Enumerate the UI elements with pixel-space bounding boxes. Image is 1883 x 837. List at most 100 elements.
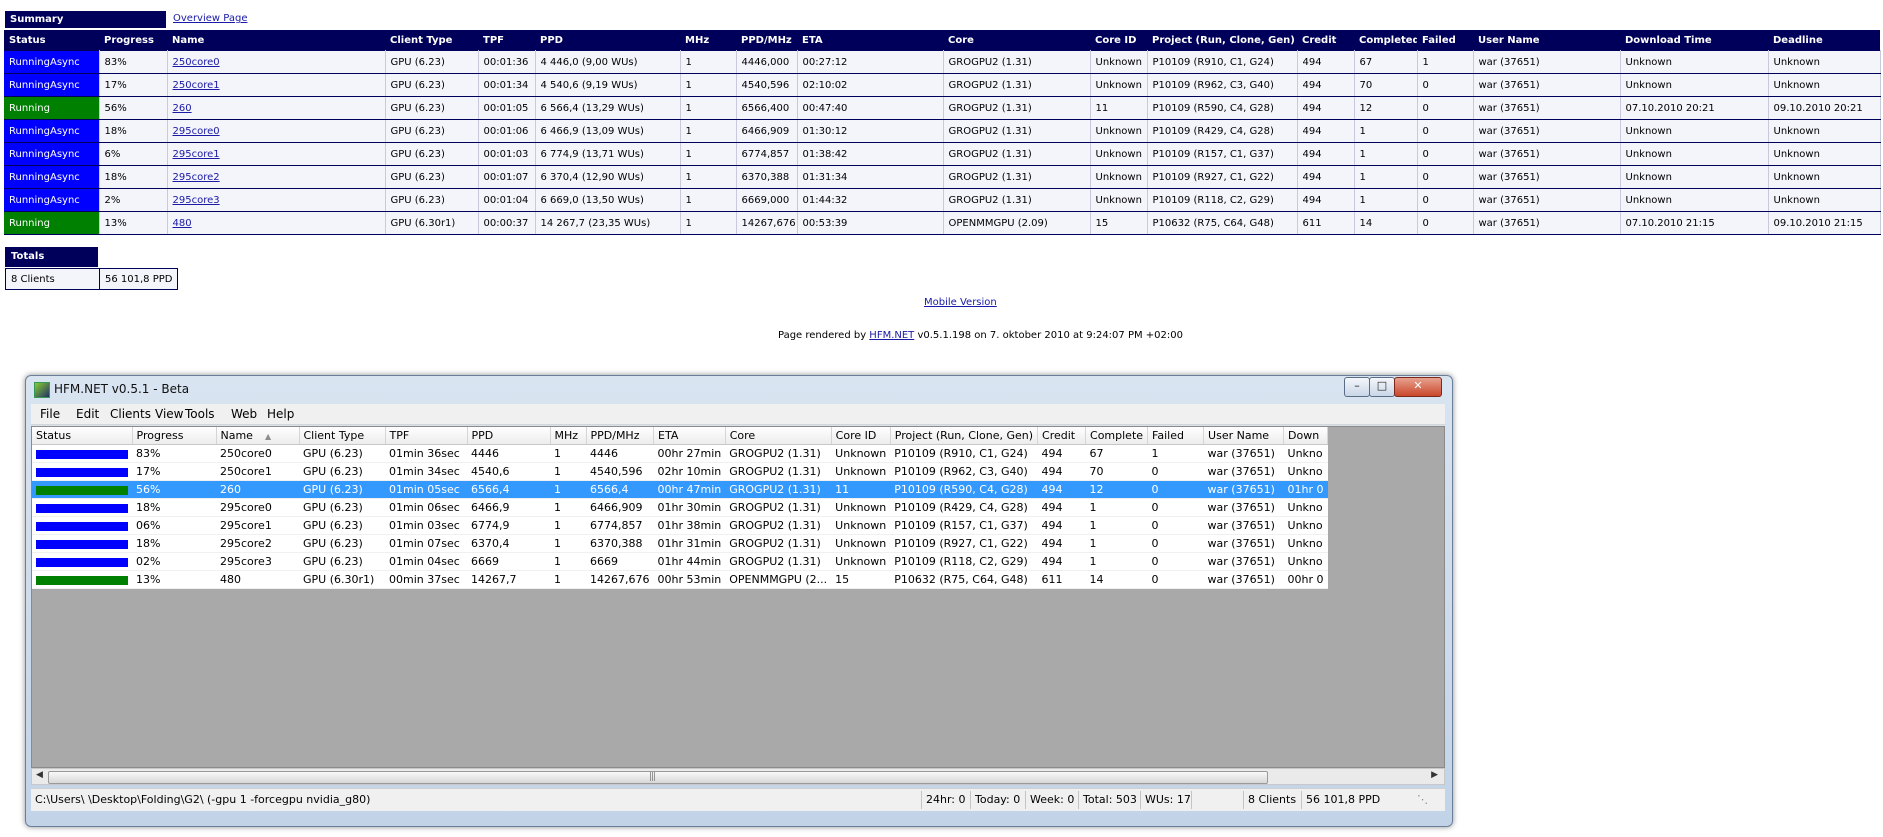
grid-col-failed[interactable]: Failed [1147,427,1205,445]
summary-header-row: Status Progress Name Client Type TPF PPD MHz PP… [4,30,1880,51]
grid-col-label: User Name [1208,429,1270,442]
summary-cell-core: GROGPU2 (1.31) [943,119,1091,143]
summary-row: RunningAsync 18% 295core0 GPU (6.23) 00:01:0… [4,119,1881,143]
grid-col-label: Project (Run, Clone, Gen) [894,429,1034,442]
grid-row[interactable]: 13% 480 GPU (6.30r1) 00min 37sec 14267,7 1 142… [32,570,1328,589]
client-link[interactable]: 260 [173,103,192,114]
summary-cell-client_type: GPU (6.23) [385,188,479,212]
summary-cell-name: 295core2 [167,165,386,189]
grid-col-name[interactable]: Name ▲ [216,427,300,445]
menu-tools[interactable]: Tools [185,407,215,421]
client-link[interactable]: 295core2 [173,172,220,183]
grid-col-mhz[interactable]: MHz [550,427,587,445]
grid-cell-ppd: 6774,9 [467,516,550,535]
menu-clients[interactable]: Clients [110,407,151,421]
grid-row[interactable]: 02% 295core3 GPU (6.23) 01min 04sec 6669 1 666… [32,552,1328,571]
summary-cell-status: RunningAsync [4,50,100,74]
scrollbar-thumb[interactable]: ||| [48,771,1268,784]
grid-col-complete[interactable]: Complete [1085,427,1149,445]
horizontal-scrollbar[interactable]: ◀ ||| ▶ [31,768,1445,785]
grid-col-core_id[interactable]: Core ID [831,427,891,445]
grid-col-tpf[interactable]: TPF [385,427,468,445]
summary-col-user: User Name [1473,30,1620,51]
summary-cell-progress: 18% [99,165,168,189]
grid-col-ppd[interactable]: PPD [467,427,551,445]
grid-row[interactable]: 83% 250core0 GPU (6.23) 01min 36sec 4446 1 444… [32,444,1328,463]
grid-col-credit[interactable]: Credit [1037,427,1087,445]
summary-row: RunningAsync 6% 295core1 GPU (6.23) 00:01:03… [4,142,1881,166]
client-link[interactable]: 295core1 [173,149,220,160]
grid-row[interactable]: 18% 295core2 GPU (6.23) 01min 07sec 6370,4 1 6… [32,534,1328,553]
client-link[interactable]: 250core0 [173,57,220,68]
grid-col-project[interactable]: Project (Run, Clone, Gen) [890,427,1039,445]
grid-cell-project: P10109 (R962, C3, G40) [890,462,1038,481]
grid-col-client_type[interactable]: Client Type [299,427,386,445]
client-link[interactable]: 250core1 [173,80,220,91]
client-link[interactable]: 295core3 [173,195,220,206]
grid-col-user[interactable]: User Name [1203,427,1285,445]
summary-cell-ppd_mhz: 6370,388 [736,165,798,189]
grid-cell-ppd_mhz: 4540,596 [586,462,654,481]
grid-row[interactable]: 06% 295core1 GPU (6.23) 01min 03sec 6774,9 1 6… [32,516,1328,535]
menu-file[interactable]: File [40,407,60,421]
grid-cell-complete: 14 [1085,570,1148,589]
menu-view[interactable]: View [155,407,183,421]
summary-cell-ppd_mhz: 4540,596 [736,73,798,97]
summary-cell-core_id: Unknown [1090,188,1148,212]
grid-cell-failed: 1 [1147,444,1204,463]
summary-cell-client_type: GPU (6.23) [385,50,479,74]
grid-col-progress[interactable]: Progress [132,427,217,445]
resize-grip-icon[interactable]: ⋱ [1413,791,1437,809]
close-icon: ✕ [1413,379,1423,392]
menu-edit[interactable]: Edit [76,407,99,421]
summary-cell-mhz: 1 [680,165,737,189]
minimize-button[interactable]: – [1344,377,1370,397]
grid-cell-project: P10632 (R75, C64, G48) [890,570,1038,589]
grid-col-eta[interactable]: ETA [653,427,726,445]
grid-col-down[interactable]: Down [1283,427,1329,445]
grid-row[interactable]: 17% 250core1 GPU (6.23) 01min 34sec 4540,6 1 4… [32,462,1328,481]
grid-cell-mhz: 1 [550,534,586,553]
grid-cell-client_type: GPU (6.23) [299,534,385,553]
close-button[interactable]: ✕ [1394,377,1442,397]
summary-cell-ppd: 6 466,9 (13,09 WUs) [535,119,681,143]
scroll-left-arrow-icon[interactable]: ◀ [36,770,43,780]
summary-cell-failed: 1 [1417,50,1474,74]
totals-ppd: 56 101,8 PPD [98,268,179,290]
grid-col-ppd_mhz[interactable]: PPD/MHz [586,427,654,445]
scroll-right-arrow-icon[interactable]: ▶ [1431,770,1438,780]
grid-cell-ppd_mhz: 6774,857 [586,516,654,535]
summary-cell-completed: 12 [1354,96,1418,120]
summary-cell-ppd_mhz: 6774,857 [736,142,798,166]
grid-cell-tpf: 01min 03sec [385,516,467,535]
grid-header-row: Status Progress Name ▲ Client Type TPF PPD MHz P… [32,427,1329,445]
summary-cell-name: 250core1 [167,73,386,97]
grid-cell-down: Unkno [1283,444,1328,463]
client-link[interactable]: 295core0 [173,126,220,137]
summary-cell-user: war (37651) [1473,165,1621,189]
grid-row[interactable]: 18% 295core0 GPU (6.23) 01min 06sec 6466,9 1 6… [32,498,1328,517]
maximize-button[interactable]: □ [1369,377,1395,397]
grid-cell-status [32,570,132,589]
hfm-window: HFM.NET v0.5.1 - Beta – □ ✕ File Edit Clie… [25,375,1453,827]
grid-cell-name: 295core1 [216,516,299,535]
overview-page-link[interactable]: Overview Page [173,13,247,24]
status-24hr: 24hr: 0 [921,791,971,809]
summary-col-mhz: MHz [680,30,736,51]
grid-col-status[interactable]: Status [32,427,133,445]
menu-help[interactable]: Help [267,407,294,421]
summary-cell-project: P10109 (R910, C1, G24) [1147,50,1298,74]
grid-col-core[interactable]: Core [725,427,832,445]
client-link[interactable]: 480 [173,218,192,229]
mobile-version-link[interactable]: Mobile Version [924,297,997,308]
grid-cell-name: 250core0 [216,444,299,463]
grid-cell-eta: 01hr 44min [653,552,726,571]
summary-cell-client_type: GPU (6.23) [385,96,479,120]
title-bar[interactable]: HFM.NET v0.5.1 - Beta – □ ✕ [26,376,1452,402]
grid-row[interactable]: 56% 260 GPU (6.23) 01min 05sec 6566,4 1 6566,4… [32,480,1328,499]
summary-cell-ppd_mhz: 6566,400 [736,96,798,120]
grid-cell-down: Unkno [1283,498,1328,517]
hfm-net-link[interactable]: HFM.NET [869,330,914,341]
menu-web[interactable]: Web [231,407,257,421]
grid-cell-progress: 83% [132,444,216,463]
